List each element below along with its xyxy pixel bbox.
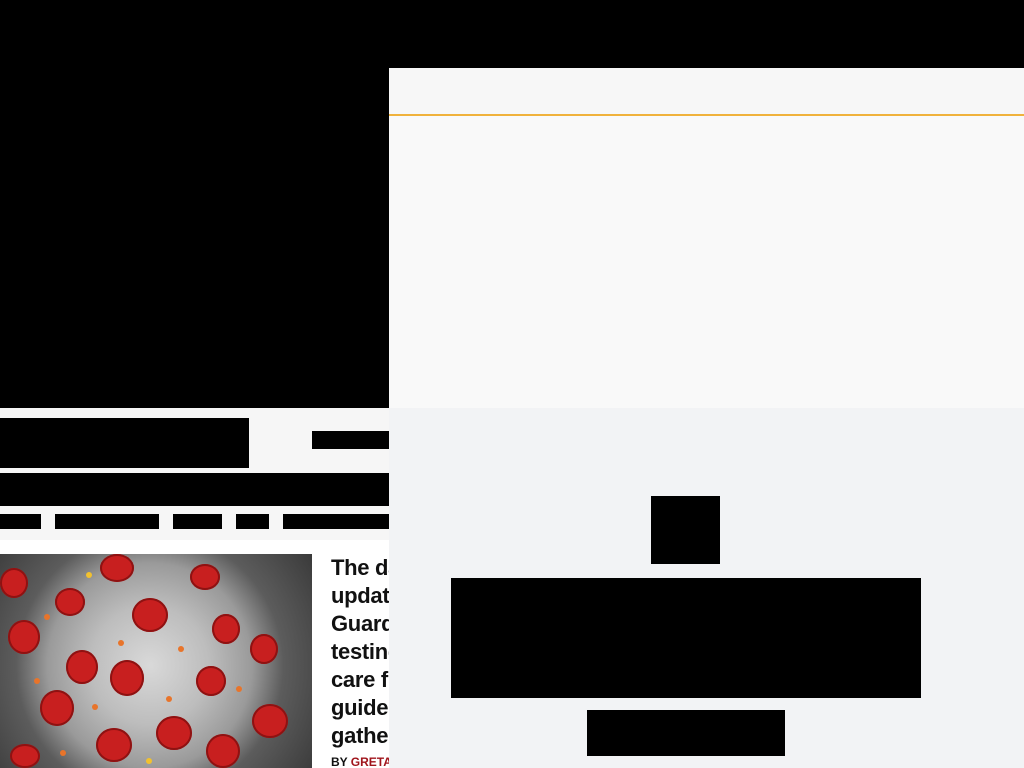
site-header: [0, 408, 389, 540]
story-byline: BY GRETA: [331, 755, 389, 768]
virus-dot: [44, 614, 50, 620]
overlay-panel: [389, 68, 1024, 768]
virus-spike: [10, 744, 40, 768]
virus-dot: [92, 704, 98, 710]
virus-spike: [206, 734, 240, 768]
virus-spike: [196, 666, 226, 696]
virus-spike: [100, 554, 134, 582]
virus-dot: [118, 640, 124, 646]
virus-dot: [34, 678, 40, 684]
byline-author[interactable]: GRETA: [351, 755, 389, 768]
overlay-icon: [651, 496, 720, 564]
virus-spike: [132, 598, 168, 632]
nav-item[interactable]: [283, 514, 389, 529]
virus-spike: [212, 614, 240, 644]
virus-spike: [8, 620, 40, 654]
overlay-message: [451, 578, 921, 698]
nav-item[interactable]: [173, 514, 222, 529]
virus-dot: [166, 696, 172, 702]
nav-item[interactable]: [55, 514, 159, 529]
story-card[interactable]: The da updat Guard testing care f guide …: [0, 540, 389, 768]
story-headline[interactable]: The da updat Guard testing care f guide …: [331, 554, 389, 750]
overlay-top-bar: [389, 68, 1024, 116]
page: The da updat Guard testing care f guide …: [0, 0, 1024, 768]
virus-spike: [252, 704, 288, 738]
byline-prefix: BY: [331, 755, 348, 768]
header-button[interactable]: [312, 431, 389, 449]
overlay-header-area: [389, 68, 1024, 408]
nav-bar: [0, 514, 389, 529]
nav-item[interactable]: [0, 514, 41, 529]
virus-spike: [110, 660, 144, 696]
site-logo[interactable]: [0, 418, 249, 468]
virus-dot: [178, 646, 184, 652]
redacted-top-region: [0, 0, 389, 408]
virus-dot: [146, 758, 152, 764]
virus-spike: [66, 650, 98, 684]
virus-spike: [190, 564, 220, 590]
coronavirus-image[interactable]: [0, 554, 312, 768]
virus-dot: [86, 572, 92, 578]
virus-spike: [0, 568, 28, 598]
virus-spike: [40, 690, 74, 726]
overlay-action-button[interactable]: [587, 710, 785, 756]
news-site: The da updat Guard testing care f guide …: [0, 0, 389, 768]
virus-spike: [96, 728, 132, 762]
virus-dot: [236, 686, 242, 692]
virus-spike: [250, 634, 278, 664]
virus-spike: [156, 716, 192, 750]
virus-spike: [55, 588, 85, 616]
banner-bar: [0, 473, 389, 506]
virus-dot: [60, 750, 66, 756]
nav-item[interactable]: [236, 514, 269, 529]
